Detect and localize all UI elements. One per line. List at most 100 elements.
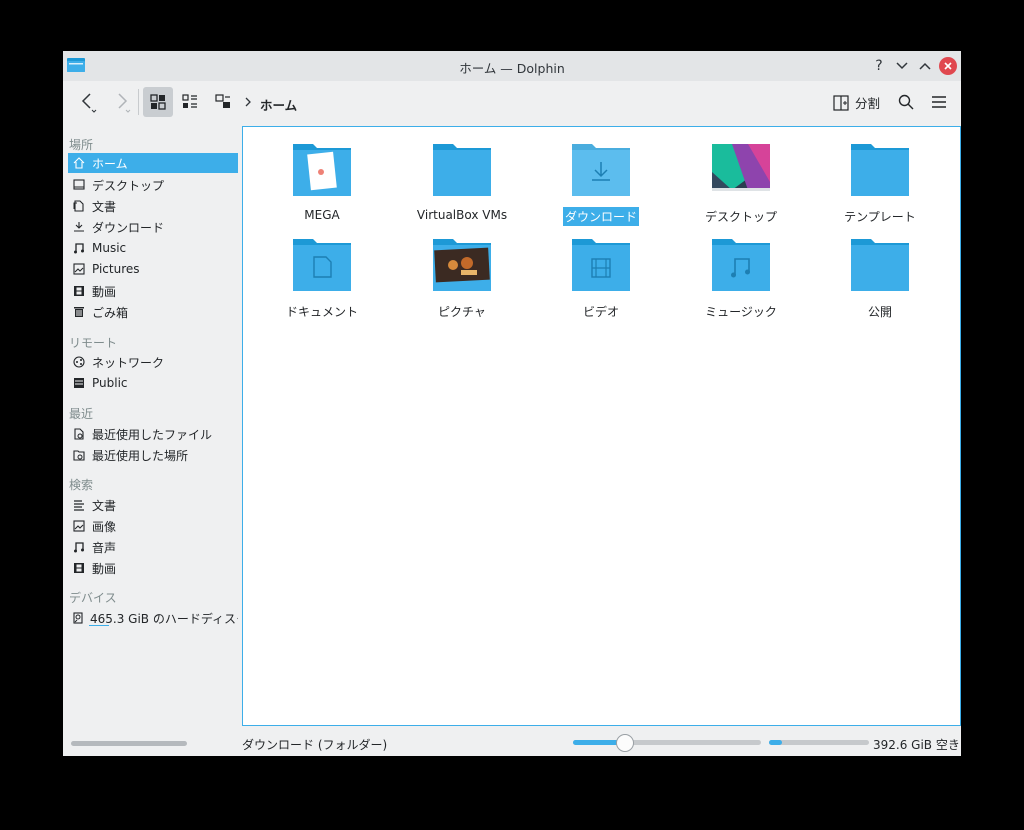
sidebar-item-label: ダウンロード [92,220,165,235]
file-name: ミュージック [705,305,777,319]
server-icon [72,376,86,390]
free-space-text: 392.6 GiB 空き [873,738,960,752]
sidebar-item-label: 465.3 GiB のハードディスク [90,611,238,626]
desktop-icon [72,178,86,192]
section-title-remote: リモート [69,336,118,350]
section-title-devices: デバイス [69,591,117,605]
maximize-button[interactable] [915,56,935,76]
minimize-button[interactable] [892,56,912,76]
sidebar-item-documents[interactable]: 文書 [68,196,238,216]
network-icon [72,355,86,369]
window-title: ホーム — Dolphin [459,61,565,76]
audio-icon [72,540,86,554]
file-name: VirtualBox VMs [416,208,508,222]
hamburger-menu-icon [932,96,946,108]
details-view-button[interactable] [208,87,238,117]
dolphin-window: ホーム — Dolphin ? ホーム 分割 場所 ホーム デスクトップ 文書 … [63,51,961,756]
forward-button[interactable] [107,87,137,117]
split-view-icon [833,94,849,111]
split-button[interactable]: 分割 [833,93,880,112]
section-title-places: 場所 [69,138,94,152]
help-button[interactable]: ? [869,56,889,76]
file-name: MEGA [304,208,340,222]
text-icon [72,498,86,512]
close-icon [944,62,952,70]
compact-view-icon [182,94,197,108]
download-icon [72,220,86,234]
file-name: デスクトップ [704,210,777,224]
file-name: ピクチャ [438,305,486,319]
zoom-slider-handle[interactable] [615,734,634,752]
zoom-slider[interactable] [573,734,761,752]
status-selection-text: ダウンロード (フォルダー) [242,738,388,752]
search-button[interactable] [891,87,921,117]
folder-icon [851,144,909,196]
details-view-icon [215,94,230,108]
back-button[interactable] [73,87,103,117]
image-icon [72,519,86,533]
sidebar-item-label: Music [92,241,127,255]
sidebar-item-downloads[interactable]: ダウンロード [68,217,238,237]
section-title-search: 検索 [69,478,94,492]
file-item-videos[interactable]: ビデオ [541,237,661,321]
sidebar-item-public[interactable]: Public [68,373,238,393]
file-item-templates[interactable]: テンプレート [820,142,940,226]
video-icon [72,284,86,298]
sidebar-item-home[interactable]: ホーム [68,153,238,173]
file-item-desktop[interactable]: デスクトップ [681,142,801,226]
sidebar-item-desktop[interactable]: デスクトップ [68,175,238,195]
forward-arrow-icon [118,93,131,113]
sidebar-item-label: 最近使用したファイル [92,427,213,442]
file-item-public[interactable]: 公開 [820,237,940,321]
split-label: 分割 [855,96,881,111]
sidebar-scrollbar[interactable] [71,741,187,746]
search-icon [898,94,914,110]
icons-view-icon [150,94,166,110]
pictures-folder-icon [433,239,491,291]
sidebar-item-search-videos[interactable]: 動画 [68,558,238,578]
documents-folder-icon [293,239,351,291]
section-title-recent: 最近 [69,407,94,421]
sidebar-item-search-images[interactable]: 画像 [68,516,238,536]
sidebar-item-network[interactable]: ネットワーク [68,352,238,372]
file-item-pictures[interactable]: ピクチャ [402,237,522,321]
toolbar-separator [138,89,139,115]
title-bar[interactable]: ホーム — Dolphin ? [63,51,961,81]
menu-button[interactable] [924,87,954,117]
file-item-mega[interactable]: MEGA [262,142,382,223]
sidebar-item-music[interactable]: Music [68,238,238,258]
breadcrumb-home[interactable]: ホーム [260,95,297,114]
close-button[interactable] [939,57,957,75]
file-item-virtualbox-vms[interactable]: VirtualBox VMs [402,142,522,223]
sidebar-item-videos[interactable]: 動画 [68,281,238,301]
file-item-music[interactable]: ミュージック [681,237,801,321]
file-view[interactable]: MEGA VirtualBox VMs ダウンロード デスクトップ テンプレート… [242,126,961,726]
file-name: テンプレート [844,210,916,224]
sidebar-item-label: 動画 [92,561,117,576]
video-icon [72,561,86,575]
icons-view-button[interactable] [143,87,173,117]
mega-folder-icon [293,144,351,196]
sidebar-item-label: デスクトップ [92,178,165,193]
free-space-bar[interactable] [769,740,869,745]
music-folder-icon [712,239,770,291]
sidebar-item-pictures[interactable]: Pictures [68,259,238,279]
folder-icon [433,144,491,196]
sidebar-item-recent-locations[interactable]: 最近使用した場所 [68,445,238,465]
harddisk-icon [72,611,84,625]
file-name: ダウンロード [562,207,639,226]
compact-view-button[interactable] [175,87,205,117]
file-item-documents[interactable]: ドキュメント [262,237,382,321]
sidebar-item-search-documents[interactable]: 文書 [68,495,238,515]
file-name: ビデオ [582,305,619,319]
file-item-downloads[interactable]: ダウンロード [541,142,661,226]
sidebar-item-label: Pictures [92,262,140,276]
sidebar-item-trash[interactable]: ごみ箱 [68,302,238,322]
sidebar-item-recent-files[interactable]: 最近使用したファイル [68,424,238,444]
sidebar-item-search-audio[interactable]: 音声 [68,537,238,557]
chevron-up-icon [919,62,931,70]
sidebar-item-label: ネットワーク [92,355,165,370]
places-sidebar: 場所 ホーム デスクトップ 文書 ダウンロード Music Pictures 動… [63,124,240,734]
sidebar-item-label: Public [92,376,128,390]
download-folder-icon [572,144,630,196]
